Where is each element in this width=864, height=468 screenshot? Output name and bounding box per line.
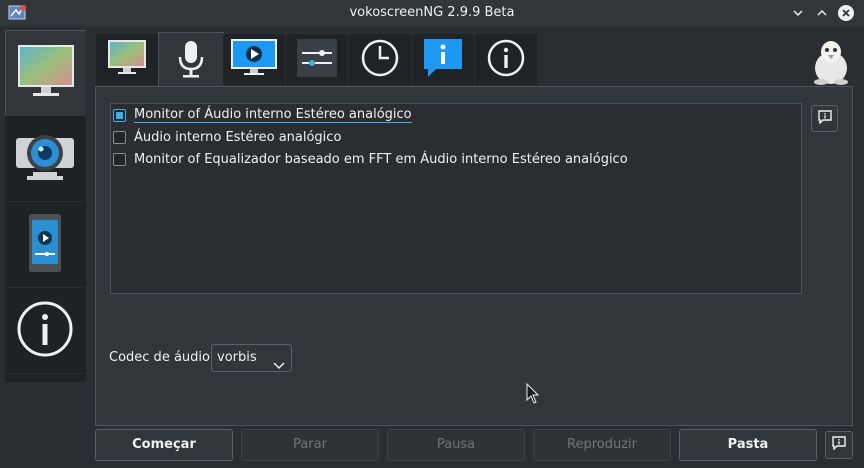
tab-screen[interactable] [96, 34, 159, 85]
microphone-icon [176, 39, 206, 83]
help-bubble-icon [817, 109, 832, 128]
clock-icon [360, 38, 400, 82]
tab-video[interactable] [223, 34, 286, 85]
tab-misc[interactable] [286, 34, 349, 85]
info-bubble-icon [422, 37, 464, 83]
monitor-icon [107, 39, 147, 81]
audio-device-checkbox[interactable] [113, 152, 126, 166]
audio-device-label: Áudio interno Estéreo analógico [134, 129, 342, 145]
tab-screencast[interactable] [5, 30, 86, 117]
tab-info[interactable] [5, 288, 85, 374]
maximize-button[interactable] [813, 4, 831, 22]
tab-camera[interactable] [5, 116, 85, 202]
video-play-icon [230, 38, 278, 82]
audio-device-checkbox[interactable] [113, 108, 126, 122]
webcam-icon [15, 130, 75, 188]
info-icon [16, 300, 74, 362]
tab-hints[interactable] [412, 34, 475, 85]
audio-help-button[interactable] [811, 105, 838, 132]
audio-device-item[interactable]: Monitor of Equalizador baseado em FFT em… [113, 149, 628, 169]
audio-device-label: Monitor of Equalizador baseado em FFT em… [134, 151, 628, 167]
minimize-button[interactable] [789, 4, 807, 22]
tab-about[interactable] [475, 34, 538, 85]
window-title: vokoscreenNG 2.9.9 Beta [349, 5, 515, 20]
folder-button[interactable]: Pasta [679, 429, 817, 461]
help-bubble-icon [832, 436, 846, 454]
tab-timer[interactable] [349, 34, 412, 85]
play-button[interactable]: Reproduzir [533, 429, 671, 461]
tab-player[interactable] [5, 202, 85, 288]
mouse-cursor-icon [526, 382, 540, 409]
start-button[interactable]: Começar [95, 429, 233, 461]
codec-label: Codec de áudio [109, 350, 210, 365]
sliders-icon [296, 38, 338, 82]
stop-button[interactable]: Parar [241, 429, 379, 461]
audio-device-item[interactable]: Monitor of Áudio interno Estéreo analógi… [113, 105, 412, 125]
close-button[interactable] [837, 4, 855, 22]
tab-audio[interactable] [158, 32, 224, 88]
chevron-down-icon [273, 354, 285, 380]
audio-device-item[interactable]: Áudio interno Estéreo analógico [113, 127, 341, 147]
bottom-help-button[interactable] [825, 431, 853, 459]
codec-value: vorbis [217, 350, 257, 365]
phone-player-icon [27, 213, 63, 277]
info-circle-icon [486, 38, 526, 82]
pause-button[interactable]: Pausa [387, 429, 525, 461]
audio-device-label: Monitor of Áudio interno Estéreo analógi… [134, 107, 412, 123]
left-tab-bar [5, 30, 86, 382]
audio-device-checkbox[interactable] [113, 130, 126, 144]
monitor-icon [17, 44, 75, 104]
codec-select[interactable]: vorbis [211, 344, 292, 372]
tux-logo-icon [808, 38, 854, 86]
